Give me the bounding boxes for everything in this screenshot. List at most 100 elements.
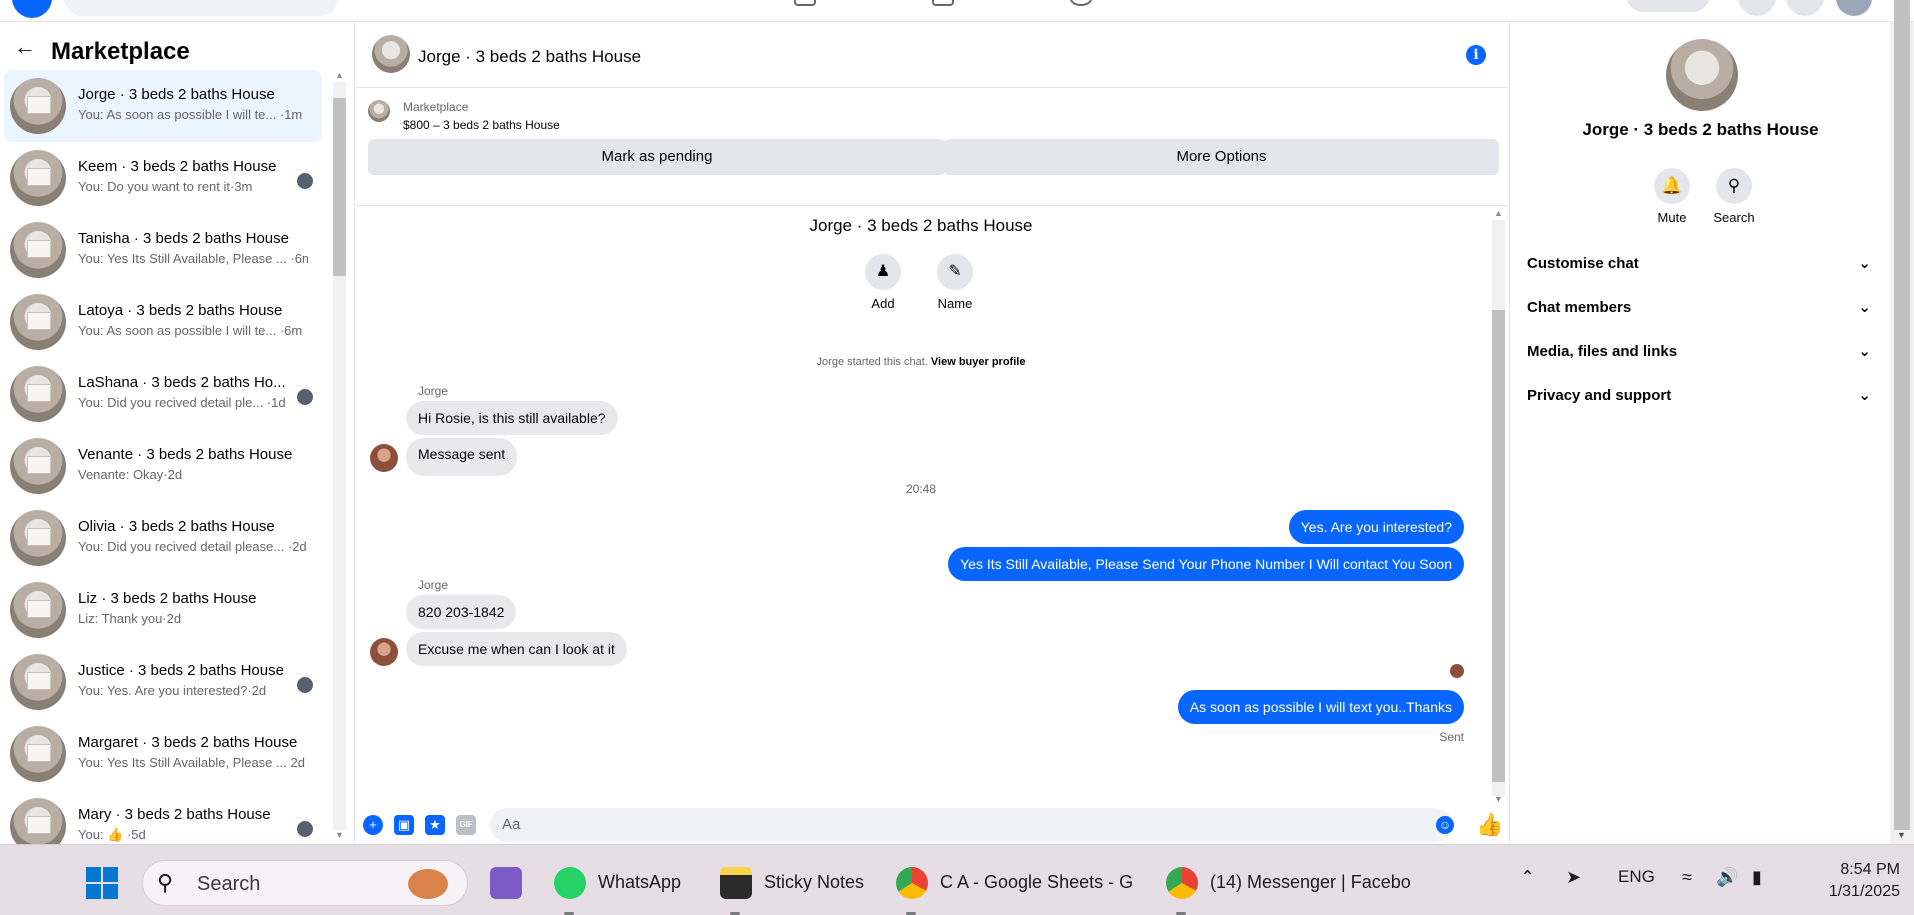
windows-taskbar: ⚲ Search WhatsApp Sticky Notes C A - Goo… [0, 844, 1914, 915]
listing-thumbnail [10, 222, 66, 278]
seen-indicator-avatar [297, 677, 313, 693]
battery-icon[interactable]: ▮ [1752, 867, 1762, 888]
chevron-up-icon[interactable]: ⌃ [1520, 867, 1535, 888]
listing-thumbnail [10, 294, 66, 350]
conversation-item[interactable]: Jorge · 3 beds 2 baths House You: As soon… [4, 70, 322, 142]
sender-avatar[interactable] [370, 638, 398, 666]
conversation-item[interactable]: LaShana · 3 beds 2 baths Ho... You: Did y… [4, 358, 322, 430]
edit-name-action[interactable]: ✎ Name [925, 254, 985, 311]
add-member-action[interactable]: ♟ Add [853, 254, 913, 311]
incoming-message[interactable]: Message sent [406, 438, 518, 476]
clock-time: 8:54 PM [1840, 861, 1900, 878]
media-files-links-section[interactable]: Media, files and links ⌄ [1527, 336, 1877, 368]
taskbar-search[interactable]: ⚲ Search [142, 860, 468, 906]
page-scrollbar[interactable]: ▼ [1890, 0, 1914, 844]
language-indicator[interactable]: ENG [1618, 867, 1655, 887]
seen-indicator-avatar [297, 173, 313, 189]
whatsapp-app[interactable]: WhatsApp [554, 860, 704, 915]
plus-icon[interactable]: + [363, 815, 383, 835]
facebook-logo-icon[interactable] [12, 0, 52, 18]
listing-thumbnail [10, 78, 66, 134]
snipping-tool-icon [490, 867, 522, 899]
incoming-message[interactable]: 820 203-1842 [406, 595, 517, 629]
listing-card: Marketplace $800 – 3 beds 2 baths House … [356, 88, 1510, 206]
conversation-item[interactable]: Tanisha · 3 beds 2 baths House You: Yes I… [4, 214, 322, 286]
gif-icon[interactable]: GIF [456, 815, 476, 835]
image-icon[interactable]: ▣ [394, 815, 414, 835]
location-icon[interactable]: ➤ [1566, 867, 1581, 888]
mark-as-pending-button[interactable]: Mark as pending [368, 139, 946, 175]
message-timestamp: 20:48 [905, 482, 937, 496]
message-input[interactable]: Aa [490, 808, 1452, 842]
listing-price[interactable]: $800 – 3 beds 2 baths House [403, 118, 560, 132]
conversation-item[interactable]: Mary · 3 beds 2 baths House You: 👍 ·5d [4, 790, 322, 844]
profile-avatar[interactable] [1836, 0, 1872, 16]
chat-header-title[interactable]: Jorge · 3 beds 2 baths House [418, 47, 641, 67]
mute-action[interactable]: 🔔 Mute [1642, 168, 1702, 225]
conversation-item[interactable]: Keem · 3 beds 2 baths House You: Do you w… [4, 142, 322, 214]
conversation-list-scrollbar[interactable]: ▲ ▼ [330, 70, 350, 844]
sticker-icon[interactable]: ★ [425, 815, 445, 835]
conversation-preview: You: Did you recived detail please... ·2… [78, 539, 307, 554]
app-label: C A - Google Sheets - G [940, 872, 1134, 892]
chevron-down-icon: ⌄ [1858, 387, 1871, 404]
privacy-support-section[interactable]: Privacy and support ⌄ [1527, 380, 1877, 412]
listing-thumbnail [10, 150, 66, 206]
conversation-list: Jorge · 3 beds 2 baths House You: As soon… [4, 70, 322, 844]
listing-category: Marketplace [403, 100, 469, 114]
conversation-item[interactable]: Margaret · 3 beds 2 baths House You: Yes … [4, 718, 322, 790]
more-options-button[interactable]: More Options [944, 139, 1499, 175]
listing-thumbnail[interactable] [368, 100, 390, 122]
system-clock[interactable]: 8:54 PM 1/31/2025 [1800, 859, 1900, 903]
info-icon[interactable]: i [1466, 45, 1486, 65]
windows-icon[interactable] [86, 867, 118, 899]
google-sheets-chrome-app[interactable]: C A - Google Sheets - G [896, 860, 1146, 915]
listing-thumbnail [10, 366, 66, 422]
chrome-icon [1166, 867, 1198, 899]
search-in-conversation-action[interactable]: ⚲ Search [1704, 168, 1764, 225]
conversation-preview: You: Yes Its Still Available, Please ...… [78, 251, 308, 266]
back-arrow-icon[interactable]: ← [14, 36, 36, 58]
thread-intro-title: Jorge · 3 beds 2 baths House [809, 216, 1033, 235]
menu-grid-icon[interactable] [1738, 0, 1776, 16]
chat-members-section[interactable]: Chat members ⌄ [1527, 292, 1877, 324]
seen-indicator-avatar [297, 821, 313, 837]
outgoing-message[interactable]: Yes. Are you interested? [1288, 510, 1464, 544]
customise-chat-section[interactable]: Customise chat ⌄ [1527, 248, 1877, 280]
section-label: Chat members [1527, 299, 1632, 316]
volume-icon[interactable]: 🔊 [1716, 867, 1738, 888]
thumbs-up-icon[interactable]: 👍 [1476, 812, 1503, 838]
settings-icon[interactable] [1786, 0, 1824, 16]
conversation-name: LaShana · 3 beds 2 baths Ho... [78, 374, 286, 391]
marketplace-nav-icon[interactable] [794, 0, 816, 6]
message-thread-scrollbar[interactable]: ▲ ▼ [1486, 206, 1510, 808]
snipping-tool-app[interactable] [490, 860, 524, 906]
conversation-item[interactable]: Olivia · 3 beds 2 baths House You: Did yo… [4, 502, 322, 574]
incoming-message[interactable]: Excuse me when can I look at it [406, 632, 627, 666]
wifi-icon[interactable]: ≈ [1682, 867, 1692, 888]
add-label: Add [871, 296, 895, 311]
facebook-search-box[interactable] [64, 0, 338, 16]
messenger-chrome-app[interactable]: (14) Messenger | Facebo [1166, 860, 1416, 915]
chat-header-avatar[interactable] [372, 35, 410, 73]
outgoing-message[interactable]: Yes Its Still Available, Please Send You… [948, 547, 1464, 581]
conversation-item[interactable]: Liz · 3 beds 2 baths House Liz: Thank you… [4, 574, 322, 646]
view-buyer-profile-link[interactable]: View buyer profile [931, 356, 1026, 368]
add-person-icon: ♟ [865, 254, 901, 290]
marketplace-chat-list: ← Marketplace Jorge · 3 beds 2 baths Hou… [0, 22, 355, 844]
conversation-item[interactable]: Latoya · 3 beds 2 baths House You: As soo… [4, 286, 322, 358]
search-highlight-image [408, 869, 448, 899]
conversation-avatar[interactable] [1666, 39, 1738, 111]
conversation-preview: You: Did you recived detail ple... ·1d [78, 395, 286, 410]
groups-nav-icon[interactable] [932, 0, 954, 6]
find-friends-button[interactable] [1626, 0, 1710, 12]
emoji-icon[interactable]: ☺ [1436, 816, 1454, 834]
gaming-nav-icon[interactable] [1070, 0, 1092, 6]
outgoing-message[interactable]: As soon as possible I will text you..Tha… [1177, 690, 1464, 724]
incoming-message[interactable]: Hi Rosie, is this still available? [406, 401, 618, 435]
conversation-item[interactable]: Justice · 3 beds 2 baths House You: Yes. … [4, 646, 322, 718]
conversation-item[interactable]: Venante · 3 beds 2 baths House Venante: O… [4, 430, 322, 502]
chat-header: Jorge · 3 beds 2 baths House i [356, 22, 1510, 88]
sticky-notes-app[interactable]: Sticky Notes [720, 860, 880, 915]
sender-avatar[interactable] [370, 444, 398, 472]
